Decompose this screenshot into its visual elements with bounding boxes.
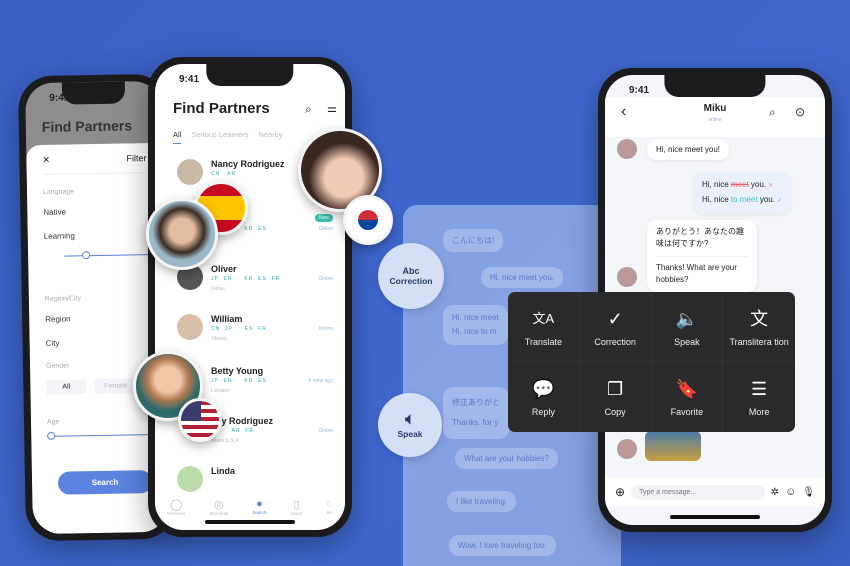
message-bubble: I like traveling. xyxy=(447,491,517,512)
status-time: 9:41 xyxy=(179,74,200,85)
contact-status: online xyxy=(708,117,722,123)
magic-icon[interactable]: ✲ xyxy=(771,487,779,498)
page-title: Find Partners xyxy=(41,117,133,135)
man-avatar xyxy=(146,198,218,270)
partner-row[interactable]: William CN JP ES FR Ottawa Online xyxy=(177,314,337,364)
close-icon[interactable]: ✕ xyxy=(42,155,50,166)
speak-feature-badge: 🔈︎ Speak xyxy=(378,393,442,457)
message-context-menu: 文A Translate ✓ Correction 🔈 Speak 文 Translit… xyxy=(508,292,795,432)
image-message[interactable] xyxy=(645,431,701,461)
avatar xyxy=(617,439,637,459)
nav-learn[interactable]: ▯ Learn xyxy=(291,498,303,516)
tab-serious-learners[interactable]: Serious Learners xyxy=(191,130,248,144)
nav-search[interactable]: ● Search xyxy=(252,498,266,516)
profile-icon: ◌ xyxy=(326,498,333,510)
microphone-icon[interactable]: 🎙︎ xyxy=(802,487,815,498)
message-bubble: ありがとう！あなたの趣味は何ですか? Thanks! What are your… xyxy=(647,220,757,292)
add-icon[interactable]: ⊕ xyxy=(615,485,625,499)
age-label: Age xyxy=(46,418,60,426)
status-time: 9:41 xyxy=(629,85,650,96)
gender-label: Gender xyxy=(45,362,70,370)
menu-copy[interactable]: ❐ Copy xyxy=(580,362,652,432)
nav-moments[interactable]: ◎ Moments xyxy=(210,498,229,516)
message-input[interactable] xyxy=(631,484,765,500)
message-bubble: What are your hobbies? xyxy=(455,448,558,469)
status-time: 9:41 xyxy=(49,92,70,104)
tab-all[interactable]: All xyxy=(173,130,182,144)
menu-reply[interactable]: 💬 Reply xyxy=(508,362,580,432)
menu-favorite[interactable]: 🔖 Favorite xyxy=(652,362,724,432)
nav-me[interactable]: ◌ Me xyxy=(326,498,333,516)
copy-icon: ❐ xyxy=(607,379,624,399)
menu-more[interactable]: ☰ More xyxy=(723,362,795,432)
speaker-icon: 🔈 xyxy=(675,308,699,329)
learning-item[interactable]: Learning xyxy=(44,230,148,241)
search-icon[interactable]: ⌕ xyxy=(305,102,312,117)
korea-flag-icon xyxy=(343,195,393,245)
correction-bubble: Hi, nice meet you. ✕ Hi, nice to meet yo… xyxy=(693,172,792,214)
avatar xyxy=(617,267,637,287)
search-icon: ● xyxy=(256,498,263,510)
city-item[interactable]: City xyxy=(46,337,150,348)
bookmark-icon: 🔖 xyxy=(675,379,699,399)
menu-correction[interactable]: ✓ Correction xyxy=(579,292,652,362)
speaker-icon: 🔈︎ xyxy=(405,411,415,428)
age-slider[interactable] xyxy=(47,431,152,446)
filter-icon[interactable]: ⚌ xyxy=(327,102,337,115)
menu-translate[interactable]: 文A Translate xyxy=(508,292,580,362)
message-bubble: Hi, nice meet Hi, nice to m xyxy=(443,305,508,345)
search-button[interactable]: Search xyxy=(57,470,153,495)
native-item[interactable]: Native xyxy=(43,206,147,217)
list-icon: ☰ xyxy=(751,379,768,399)
message-bubble: Hi, nice meet you! xyxy=(647,139,730,160)
bottom-nav: ◯ Moments ◎ Moments ● Search ▯ Learn ◌ Me xyxy=(155,494,345,516)
search-icon[interactable]: ⌕ xyxy=(769,105,776,120)
region-item[interactable]: Region xyxy=(45,313,149,323)
message-bubble: こんにちは! xyxy=(443,229,504,252)
tab-nearby[interactable]: Nearby xyxy=(258,130,282,144)
message-bubble: Wow, I love traveling too. xyxy=(449,535,556,556)
emoji-icon[interactable]: ☺ xyxy=(785,486,796,498)
message-bubble: Hi, nice meet you. xyxy=(481,267,564,288)
correction-icon: ✓ xyxy=(607,308,623,329)
message-bubble: 修正ありがと Thanks. for y xyxy=(443,387,509,439)
menu-speak[interactable]: 🔈 Speak xyxy=(651,292,724,362)
planet-icon: ◎ xyxy=(214,499,224,511)
sheet-title: Filter xyxy=(126,153,147,164)
menu-transliteration[interactable]: 文 Translitera tion xyxy=(723,292,795,362)
gender-all[interactable]: All xyxy=(46,379,87,395)
transliteration-icon: 文 xyxy=(750,308,769,329)
new-badge: New xyxy=(314,214,333,222)
page-title: Find Partners xyxy=(173,100,270,117)
region-label: Region/City xyxy=(44,295,82,303)
correction-feature-badge: Abc Correction xyxy=(378,243,444,309)
translate-icon: 文A xyxy=(532,310,555,326)
avatar xyxy=(617,139,637,159)
partners-phone: 9:41 Find Partners ⌕ ⚌ All Serious Learn… xyxy=(148,57,352,537)
nav-chat[interactable]: ◯ Moments xyxy=(167,498,186,516)
correction-icon: Abc xyxy=(402,266,420,276)
level-slider[interactable] xyxy=(64,251,149,266)
partner-row[interactable]: Oliver JP EN KR ES FR Dallas Online xyxy=(177,264,337,314)
language-label: Language xyxy=(42,188,75,196)
contact-name: Miku xyxy=(703,103,727,114)
gender-female[interactable]: Female xyxy=(94,378,138,395)
settings-icon[interactable]: ⊙ xyxy=(795,105,805,119)
usa-flag-icon xyxy=(178,398,222,442)
chat-icon: ◯ xyxy=(170,499,183,511)
book-icon: ▯ xyxy=(293,499,300,511)
reply-icon: 💬 xyxy=(532,379,555,399)
